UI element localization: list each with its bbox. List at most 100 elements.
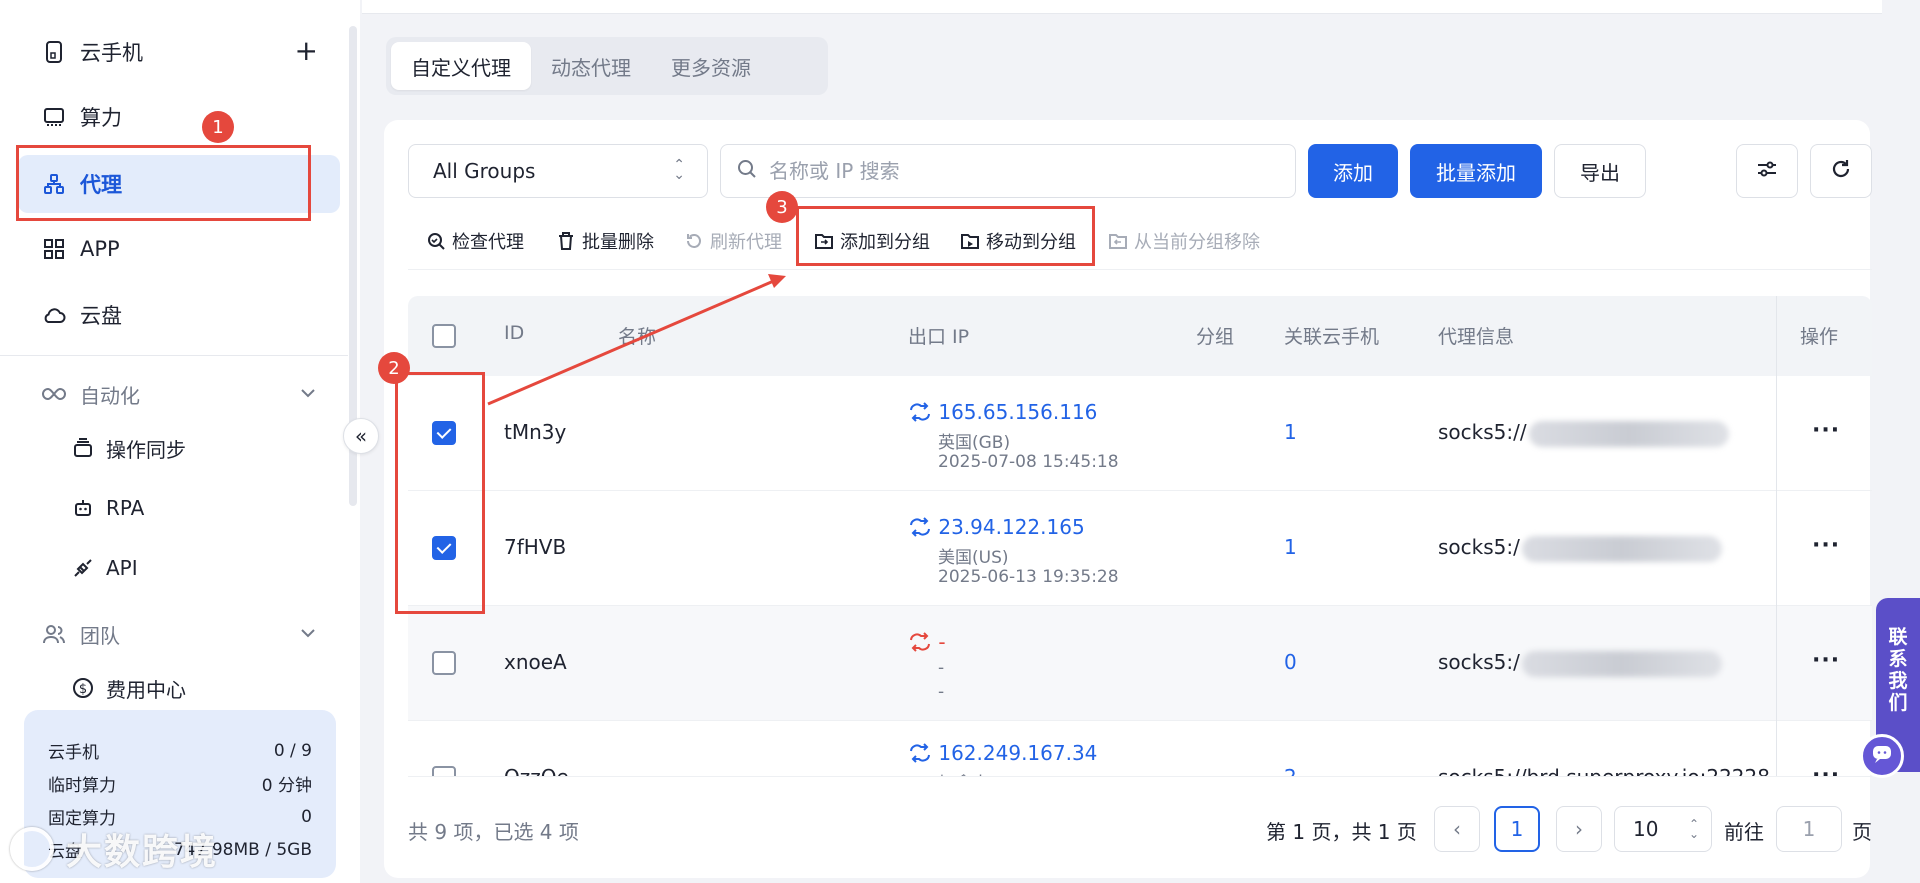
contact-char: 我 bbox=[1888, 670, 1908, 692]
linked-phones-count[interactable]: 1 bbox=[1284, 420, 1297, 444]
column-header-id[interactable]: ID bbox=[504, 322, 524, 344]
annotation-badge-3: 3 bbox=[766, 191, 798, 223]
tab-dynamic-proxy[interactable]: 动态代理 bbox=[531, 42, 651, 90]
usage-row: 云手机 0 / 9 bbox=[48, 734, 312, 767]
table-row[interactable]: tMn3y 165.65.156.116 英国(GB) 2025-07-08 1… bbox=[408, 376, 1872, 491]
column-header-linked-phones[interactable]: 关联云手机 bbox=[1284, 322, 1379, 349]
sidebar-item-billing[interactable]: $ 费用中心 bbox=[72, 666, 186, 710]
redacted-address bbox=[1528, 420, 1729, 447]
exit-ip[interactable]: 162.249.167.34 bbox=[938, 741, 1097, 765]
goto-page-input[interactable] bbox=[1776, 806, 1842, 852]
annotation-badge-1: 1 bbox=[202, 111, 234, 143]
batch-toolbar: 检查代理 批量删除 刷新代理 添加到分组 移动到分组 从当前分组移除 bbox=[408, 214, 1872, 270]
sidebar-section-team[interactable]: 团队 bbox=[18, 610, 340, 658]
usage-value: 0 分钟 bbox=[261, 776, 312, 796]
group-select[interactable]: All Groups ⌃ ⌄ bbox=[408, 144, 708, 198]
column-header-name[interactable]: 名称 bbox=[618, 322, 656, 349]
contact-char: 们 bbox=[1888, 692, 1908, 714]
sub-item-label: API bbox=[106, 556, 138, 580]
sync-stack-icon bbox=[72, 437, 94, 459]
sidebar-item-compute[interactable]: 算力 bbox=[18, 88, 340, 146]
trash-icon bbox=[556, 231, 576, 251]
chevron-down-icon[interactable] bbox=[300, 622, 316, 646]
dollar-icon: $ bbox=[72, 677, 94, 699]
svg-text:$: $ bbox=[79, 682, 87, 697]
sync-arrows-error-icon bbox=[908, 630, 932, 654]
sidebar-item-app[interactable]: APP bbox=[18, 220, 340, 278]
chat-button[interactable] bbox=[1860, 734, 1904, 778]
more-actions-button[interactable]: ··· bbox=[1812, 418, 1840, 443]
refresh-button[interactable] bbox=[1810, 144, 1872, 198]
column-settings-button[interactable] bbox=[1736, 144, 1798, 198]
batch-delete-button[interactable]: 批量删除 bbox=[556, 228, 654, 254]
tab-more-resources[interactable]: 更多资源 bbox=[651, 42, 771, 90]
column-header-proxy-info[interactable]: 代理信息 bbox=[1438, 322, 1514, 349]
page-size-select[interactable]: 10 ⌃ ⌄ bbox=[1614, 806, 1712, 852]
ip-checked-time: 2025-06-13 19:35:28 bbox=[938, 567, 1119, 587]
sync-arrows-icon bbox=[908, 515, 932, 539]
ip-checked-time: - bbox=[938, 682, 945, 702]
proxy-info: socks5:// bbox=[1438, 420, 1729, 447]
add-cloud-phone-button[interactable]: + bbox=[295, 37, 318, 65]
search-input[interactable] bbox=[769, 159, 1249, 183]
table-row[interactable]: 7fHVB 23.94.122.165 美国(US) 2025-06-13 19… bbox=[408, 491, 1872, 606]
contact-char: 联 bbox=[1888, 626, 1908, 648]
more-actions-button[interactable]: ··· bbox=[1812, 533, 1840, 558]
column-header-exit-ip[interactable]: 出口 IP bbox=[908, 322, 969, 349]
sidebar-item-api[interactable]: API bbox=[72, 546, 138, 590]
infinity-icon bbox=[42, 382, 66, 406]
collapse-sidebar-button[interactable]: « bbox=[343, 418, 379, 454]
page-1-button[interactable]: 1 bbox=[1494, 806, 1540, 852]
sidebar: 云手机 + 算力 代理 APP 云盘 自动化 操作同步 RPA API 团队 $… bbox=[0, 0, 360, 883]
ip-country: 加拿大(CA) bbox=[938, 769, 1026, 776]
column-header-group[interactable]: 分组 bbox=[1196, 322, 1234, 349]
exit-ip-cell: 165.65.156.116 bbox=[908, 400, 1097, 424]
sub-item-label: 操作同步 bbox=[106, 437, 186, 462]
next-page-button[interactable]: › bbox=[1556, 806, 1602, 852]
select-all-checkbox[interactable] bbox=[432, 324, 456, 348]
refresh-icon bbox=[684, 231, 704, 251]
sidebar-item-operation-sync[interactable]: 操作同步 bbox=[72, 426, 186, 470]
exit-ip[interactable]: 23.94.122.165 bbox=[938, 515, 1084, 539]
tool-label: 批量删除 bbox=[582, 232, 654, 253]
linked-phones-count[interactable]: 1 bbox=[1284, 535, 1297, 559]
table-row[interactable]: xnoeA - - - 0 socks5:/ ··· bbox=[408, 606, 1872, 721]
sub-item-label: RPA bbox=[106, 496, 145, 520]
refresh-icon bbox=[1830, 158, 1852, 185]
sync-arrows-icon bbox=[908, 741, 932, 765]
proxy-protocol: socks5:/ bbox=[1438, 535, 1520, 559]
search-box[interactable] bbox=[720, 144, 1296, 198]
sync-arrows-icon bbox=[908, 400, 932, 424]
proxy-protocol: socks5:/ bbox=[1438, 650, 1520, 674]
tab-custom-proxy[interactable]: 自定义代理 bbox=[391, 42, 531, 90]
add-button[interactable]: 添加 bbox=[1308, 144, 1398, 198]
exit-ip: - bbox=[938, 630, 946, 654]
annotation-box-proxy-nav bbox=[16, 145, 311, 221]
sidebar-item-rpa[interactable]: RPA bbox=[72, 486, 144, 530]
linked-phones-count[interactable]: 0 bbox=[1284, 650, 1297, 674]
exit-ip[interactable]: 165.65.156.116 bbox=[938, 400, 1097, 424]
prev-page-button[interactable]: ‹ bbox=[1434, 806, 1480, 852]
sidebar-section-automation[interactable]: 自动化 bbox=[18, 370, 340, 418]
more-actions-button[interactable]: ··· bbox=[1812, 763, 1840, 776]
watermark-logo-icon bbox=[10, 827, 54, 871]
sidebar-item-cloud-phone[interactable]: 云手机 + bbox=[18, 23, 340, 81]
table-header: ID 名称 出口 IP 分组 关联云手机 代理信息 操作 bbox=[408, 296, 1872, 376]
sidebar-item-cloud-drive[interactable]: 云盘 bbox=[18, 286, 340, 344]
export-button[interactable]: 导出 bbox=[1554, 144, 1646, 198]
batch-add-button[interactable]: 批量添加 bbox=[1410, 144, 1542, 198]
more-actions-button[interactable]: ··· bbox=[1812, 648, 1840, 673]
robot-icon bbox=[72, 497, 94, 519]
row-checkbox[interactable] bbox=[432, 766, 456, 776]
row-checkbox[interactable] bbox=[432, 651, 456, 675]
ip-checked-time: 2025-07-08 15:45:18 bbox=[938, 452, 1119, 472]
ip-country: 英国(GB) bbox=[938, 433, 1011, 453]
phone-icon bbox=[42, 40, 66, 64]
check-proxy-button[interactable]: 检查代理 bbox=[426, 228, 524, 254]
linked-phones-count[interactable]: 2 bbox=[1284, 765, 1297, 776]
chevron-down-icon[interactable] bbox=[300, 382, 316, 406]
refresh-proxy-button[interactable]: 刷新代理 bbox=[684, 228, 782, 254]
table-row[interactable]: QzzQe 162.249.167.34 加拿大(CA) 2 socks5://… bbox=[408, 721, 1872, 777]
column-header-actions: 操作 bbox=[1800, 326, 1839, 348]
remove-from-group-button[interactable]: 从当前分组移除 bbox=[1108, 228, 1260, 254]
